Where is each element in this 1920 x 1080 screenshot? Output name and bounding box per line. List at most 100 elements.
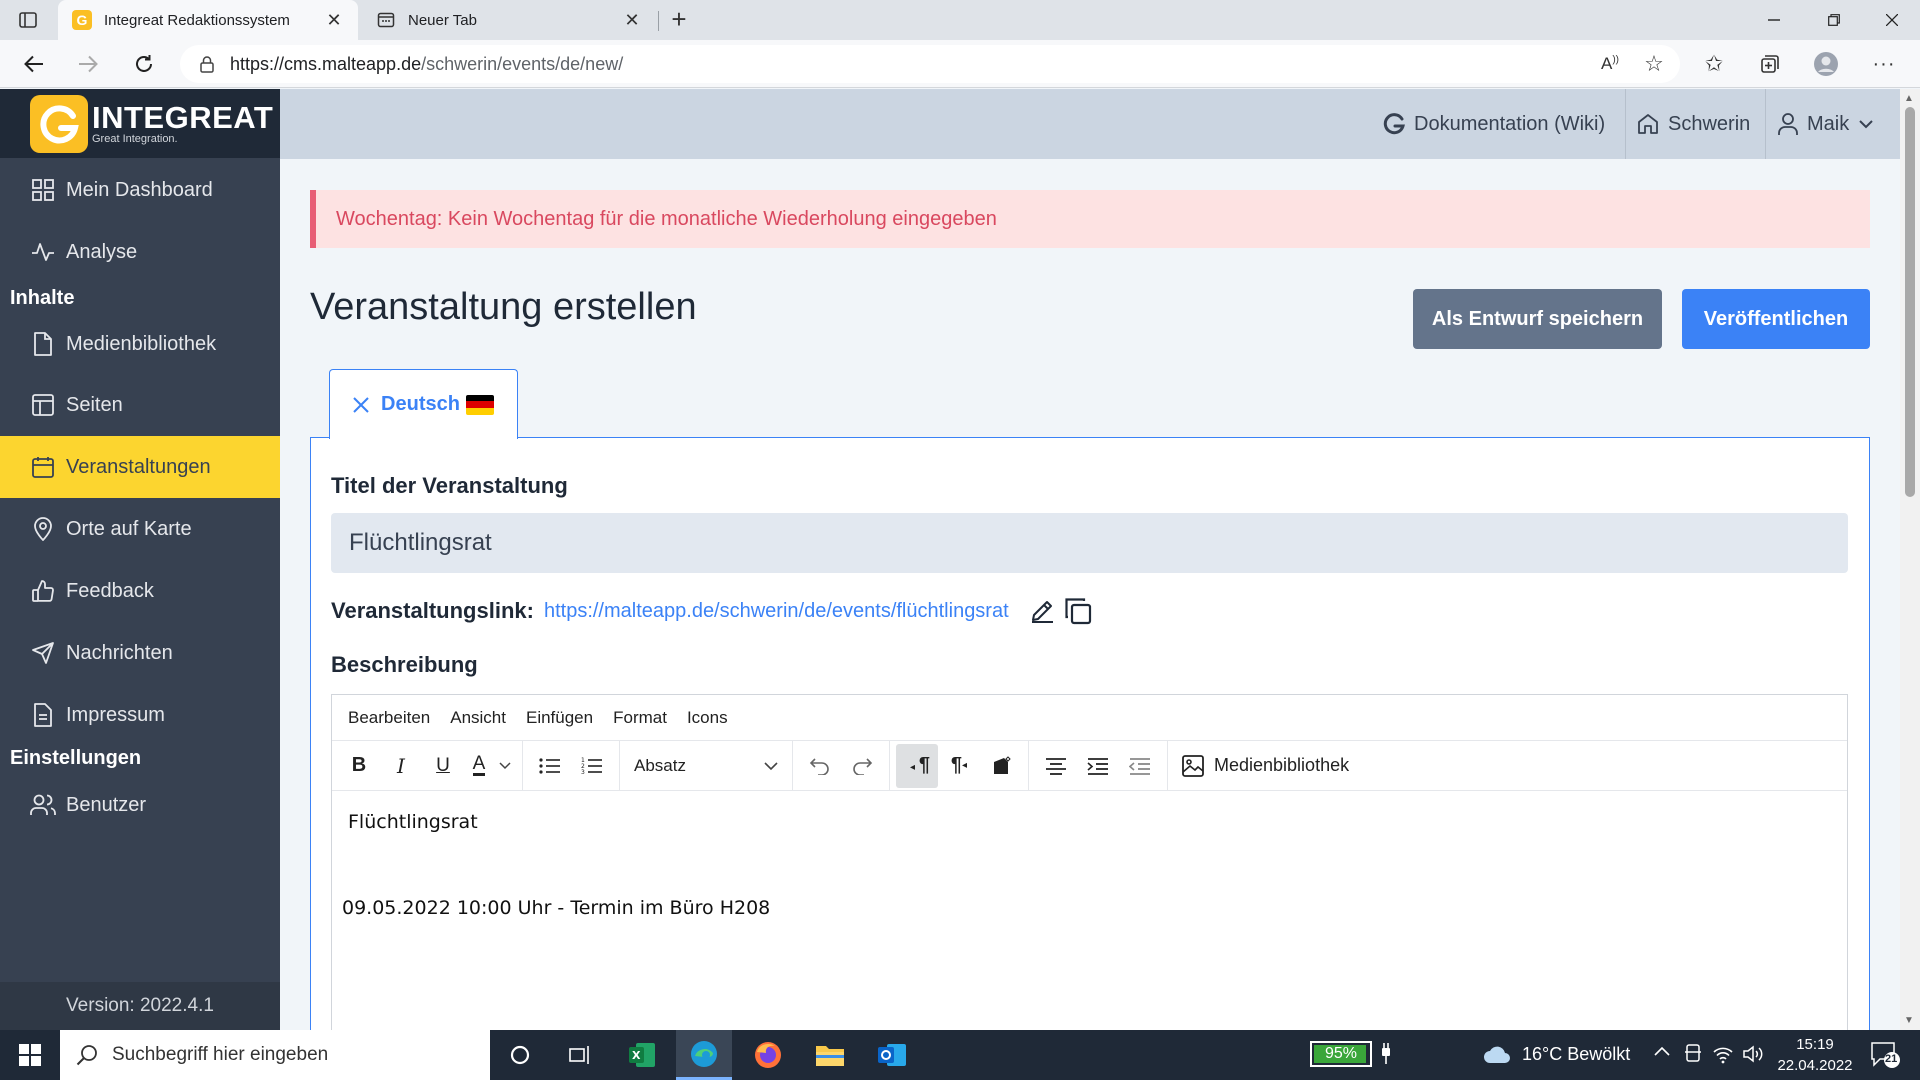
taskbar-clock[interactable]: 15:19 22.04.2022 <box>1770 1034 1860 1076</box>
search-icon <box>76 1044 98 1066</box>
favorites-icon[interactable]: ✩ <box>1700 50 1728 78</box>
rtl-direction-icon[interactable]: ¶ ◂ <box>938 744 980 788</box>
browser-tab-active[interactable]: G Integreat Redaktionssystem ✕ <box>58 0 358 40</box>
close-tab-icon[interactable]: ✕ <box>324 10 344 31</box>
refresh-icon[interactable] <box>128 48 160 80</box>
outlook-icon[interactable] <box>864 1030 920 1080</box>
docs-link[interactable]: Dokumentation (Wiki) <box>1382 89 1605 159</box>
block-format-value: Absatz <box>634 755 686 775</box>
battery-percent: 95% <box>1324 1045 1358 1062</box>
power-plug-icon[interactable] <box>1380 1042 1392 1066</box>
sidebar-item-impressum[interactable]: Impressum <box>0 684 280 746</box>
sidebar-section-inhalte: Inhalte <box>10 287 75 309</box>
newtab-favicon-icon <box>376 10 396 30</box>
sidebar-item-benutzer[interactable]: Benutzer <box>0 774 280 836</box>
bullet-list-icon[interactable] <box>529 744 571 788</box>
outdent-icon[interactable] <box>1119 744 1161 788</box>
volume-icon[interactable] <box>1742 1044 1764 1064</box>
user-menu[interactable]: Maik <box>1777 89 1873 159</box>
publish-button[interactable]: Veröffentlichen <box>1682 289 1870 349</box>
sidebar-item-feedback[interactable]: Feedback <box>0 560 280 622</box>
editor-menu-bearbeiten[interactable]: Bearbeiten <box>348 708 430 728</box>
media-library-button[interactable]: Medienbibliothek <box>1174 754 1357 777</box>
sidebar-item-nachrichten[interactable]: Nachrichten <box>0 622 280 684</box>
block-format-select[interactable]: Absatz <box>626 744 786 788</box>
sidebar-item-seiten[interactable]: Seiten <box>0 374 280 436</box>
indent-icon[interactable] <box>1077 744 1119 788</box>
copy-icon[interactable] <box>1063 596 1093 626</box>
close-window-icon[interactable] <box>1864 0 1920 40</box>
title-label: Titel der Veranstaltung <box>331 473 568 498</box>
firefox-icon[interactable] <box>740 1030 796 1080</box>
page-scrollbar[interactable]: ▲ ▼ <box>1900 89 1920 1030</box>
sidebar-item-label: Orte auf Karte <box>66 517 192 540</box>
forward-icon[interactable] <box>72 48 104 80</box>
format-painter-icon[interactable] <box>980 744 1022 788</box>
new-tab-icon[interactable]: + <box>664 6 694 34</box>
excel-icon[interactable]: X <box>614 1030 670 1080</box>
weather-cloud-icon[interactable] <box>1482 1043 1512 1065</box>
scrollbar-thumb[interactable] <box>1905 107 1915 497</box>
sidebar-item-orte[interactable]: Orte auf Karte <box>0 498 280 560</box>
region-link[interactable]: Schwerin <box>1636 89 1750 159</box>
underline-icon[interactable]: U <box>422 744 464 788</box>
align-center-icon[interactable] <box>1035 744 1077 788</box>
sidebar-item-label: Veranstaltungen <box>66 455 211 478</box>
edge-browser-icon[interactable] <box>676 1030 732 1080</box>
editor-menu-icons[interactable]: Icons <box>687 708 728 728</box>
thumbs-up-icon <box>30 578 56 604</box>
chevron-up-icon[interactable] <box>1654 1046 1670 1056</box>
browser-tab-new[interactable]: Neuer Tab ✕ <box>362 0 656 40</box>
sidebar-item-analyse[interactable]: Analyse <box>0 221 280 283</box>
ltr-direction-icon[interactable]: ¶ ◂ <box>896 743 938 788</box>
close-tab-icon[interactable]: ✕ <box>622 10 642 31</box>
sidebar-item-dashboard[interactable]: Mein Dashboard <box>0 159 280 221</box>
layout-icon <box>30 392 56 418</box>
undo-icon[interactable] <box>799 744 841 788</box>
text-color-icon[interactable]: A <box>464 744 494 788</box>
italic-icon[interactable]: I <box>380 744 422 788</box>
back-icon[interactable] <box>18 48 50 80</box>
battery-indicator[interactable]: 95% <box>1310 1041 1372 1067</box>
editor-menu-einfuegen[interactable]: Einfügen <box>526 708 593 728</box>
minimize-icon[interactable] <box>1746 0 1802 40</box>
tab-actions-icon[interactable] <box>14 8 42 32</box>
notification-center-icon[interactable]: 21 <box>1870 1040 1900 1070</box>
cortana-icon[interactable] <box>492 1030 548 1080</box>
chevron-down-icon <box>764 756 778 776</box>
restore-icon[interactable] <box>1806 0 1862 40</box>
user-label: Maik <box>1807 112 1850 135</box>
event-title-input[interactable]: Flüchtlingsrat <box>331 513 1848 573</box>
editor-menu-format[interactable]: Format <box>613 708 667 728</box>
address-bar[interactable]: https://cms.malteapp.de/schwerin/events/… <box>180 45 1680 83</box>
add-favorite-icon[interactable]: ☆ <box>1640 50 1668 78</box>
chevron-down-icon[interactable] <box>494 744 516 788</box>
wifi-icon[interactable] <box>1712 1044 1734 1064</box>
activity-icon <box>30 239 56 265</box>
url-path: /schwerin/events/de/new/ <box>421 53 624 74</box>
sidebar-item-veranstaltungen[interactable]: Veranstaltungen <box>0 436 280 498</box>
taskbar-search-input[interactable]: Suchbegriff hier eingeben <box>60 1030 490 1080</box>
windows-start-icon[interactable] <box>0 1030 60 1080</box>
scroll-down-icon[interactable]: ▼ <box>1904 1015 1914 1026</box>
editor-menu-ansicht[interactable]: Ansicht <box>450 708 506 728</box>
profile-avatar-icon[interactable] <box>1812 50 1840 78</box>
device-icon[interactable] <box>1684 1044 1702 1064</box>
redo-icon[interactable] <box>841 744 883 788</box>
more-menu-icon[interactable]: ··· <box>1870 50 1898 78</box>
read-aloud-icon[interactable]: A)) <box>1596 50 1624 78</box>
file-explorer-icon[interactable] <box>802 1030 858 1080</box>
edit-pencil-icon[interactable] <box>1029 598 1055 624</box>
collections-icon[interactable] <box>1756 50 1784 78</box>
scroll-up-icon[interactable]: ▲ <box>1904 93 1914 104</box>
bold-icon[interactable]: B <box>338 744 380 788</box>
weather-text[interactable]: 16°C Bewölkt <box>1522 1044 1630 1065</box>
save-draft-button[interactable]: Als Entwurf speichern <box>1413 289 1662 349</box>
task-view-icon[interactable] <box>552 1030 608 1080</box>
sidebar-item-medienbibliothek[interactable]: Medienbibliothek <box>0 313 280 375</box>
permalink-link[interactable]: https://malteapp.de/schwerin/de/events/f… <box>544 600 1009 623</box>
tab-language-deutsch[interactable]: Deutsch <box>329 369 518 439</box>
editor-content[interactable]: Flüchtlingsrat 09.05.2022 10:00 Uhr - Te… <box>332 791 1847 957</box>
logo[interactable]: INTEGREAT Great Integration. <box>0 89 280 158</box>
numbered-list-icon[interactable]: 123 <box>571 744 613 788</box>
